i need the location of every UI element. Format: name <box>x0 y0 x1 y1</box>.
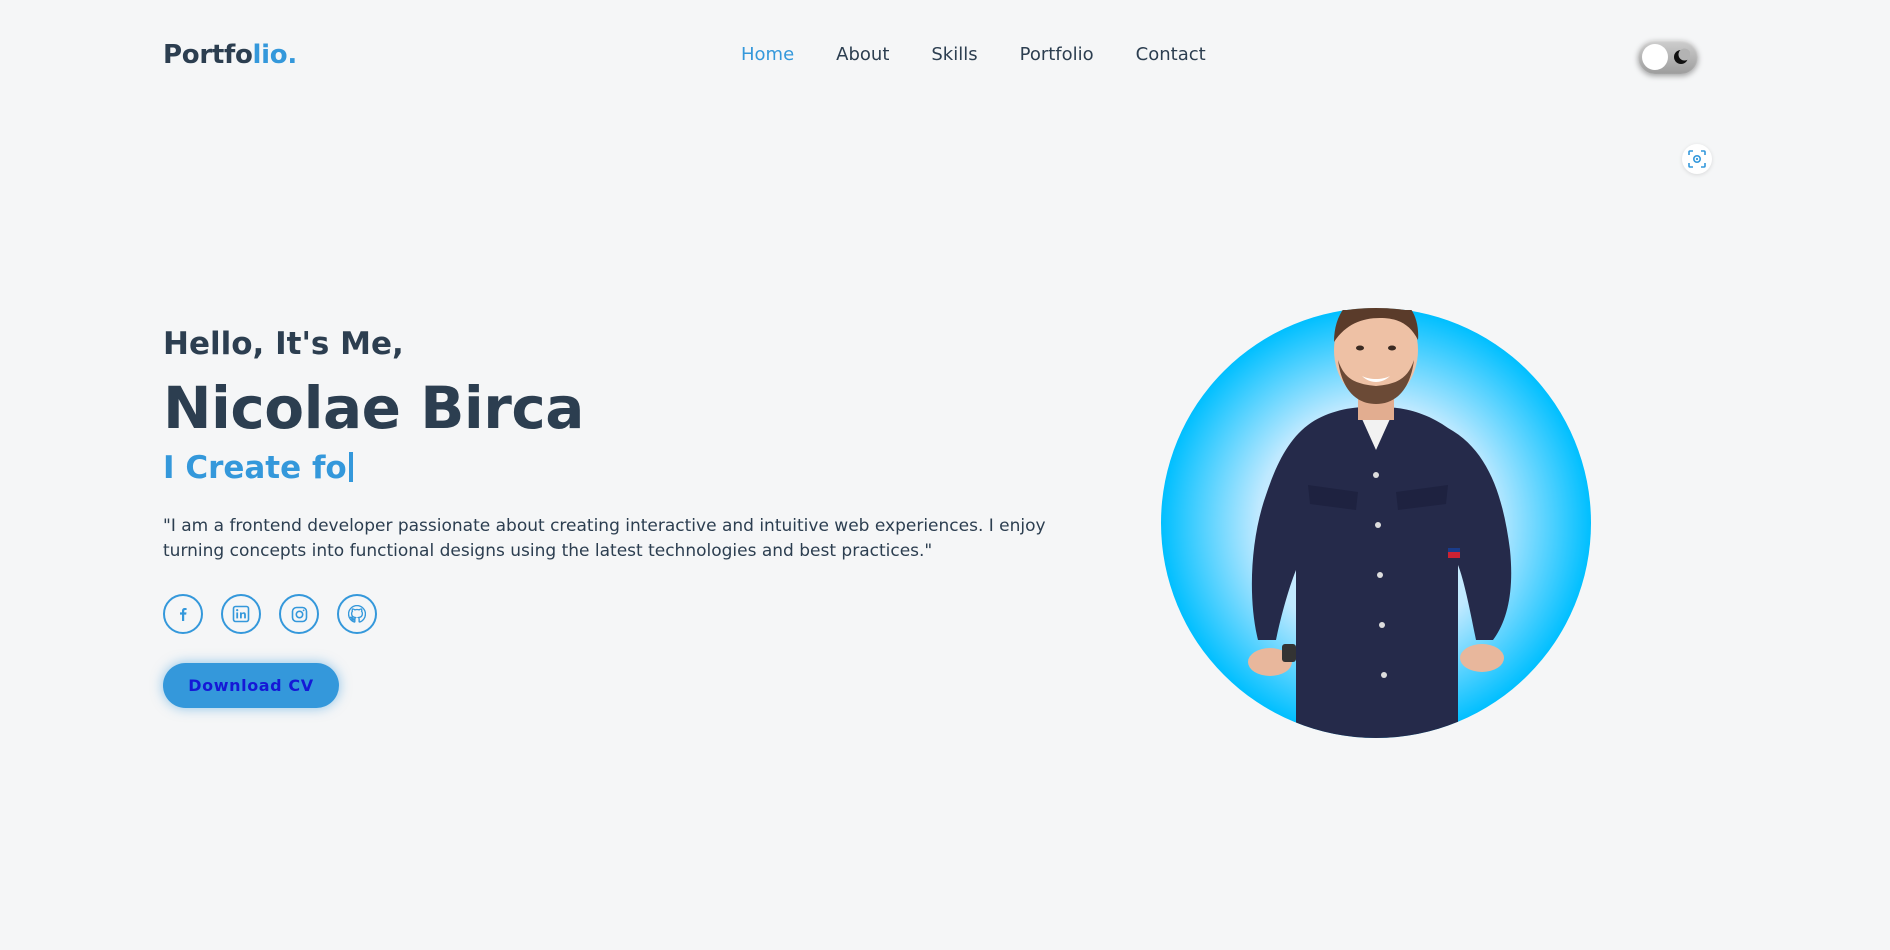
screenshot-focus-button[interactable] <box>1682 144 1712 174</box>
theme-toggle[interactable] <box>1638 40 1698 74</box>
site-logo[interactable]: Portfolio. <box>163 40 297 70</box>
nav-link-contact[interactable]: Contact <box>1136 44 1206 65</box>
typed-role-text: I Create fo <box>163 450 353 486</box>
toggle-knob <box>1642 44 1668 70</box>
hero-greeting: Hello, It's Me, <box>163 326 404 362</box>
moon-icon <box>1674 48 1690 64</box>
logo-accent-text: lio. <box>252 40 298 70</box>
facebook-icon <box>180 608 187 621</box>
focus-capture-icon <box>1688 150 1706 168</box>
hero-name: Nicolae Birca <box>163 374 584 442</box>
site-header: Portfolio. Home About Skills Portfolio C… <box>0 0 1890 112</box>
nav-link-home[interactable]: Home <box>741 44 794 65</box>
nav-link-portfolio[interactable]: Portfolio <box>1020 44 1094 65</box>
typing-cursor <box>348 452 353 482</box>
logo-text: Portfo <box>163 40 253 70</box>
instagram-icon <box>291 606 307 622</box>
linkedin-link[interactable] <box>221 594 261 634</box>
github-icon <box>348 605 366 623</box>
download-cv-button[interactable]: Download CV <box>163 663 339 708</box>
github-link[interactable] <box>337 594 377 634</box>
profile-portrait <box>1161 308 1591 738</box>
linkedin-icon <box>232 605 250 623</box>
social-links <box>163 594 395 634</box>
instagram-link[interactable] <box>279 594 319 634</box>
typed-text: I Create fo <box>163 450 347 486</box>
nav-link-about[interactable]: About <box>836 44 889 65</box>
nav-link-skills[interactable]: Skills <box>931 44 977 65</box>
facebook-link[interactable] <box>163 594 203 634</box>
main-nav: Home About Skills Portfolio Contact <box>741 44 1248 65</box>
hero-bio: "I am a frontend developer passionate ab… <box>163 516 1046 561</box>
